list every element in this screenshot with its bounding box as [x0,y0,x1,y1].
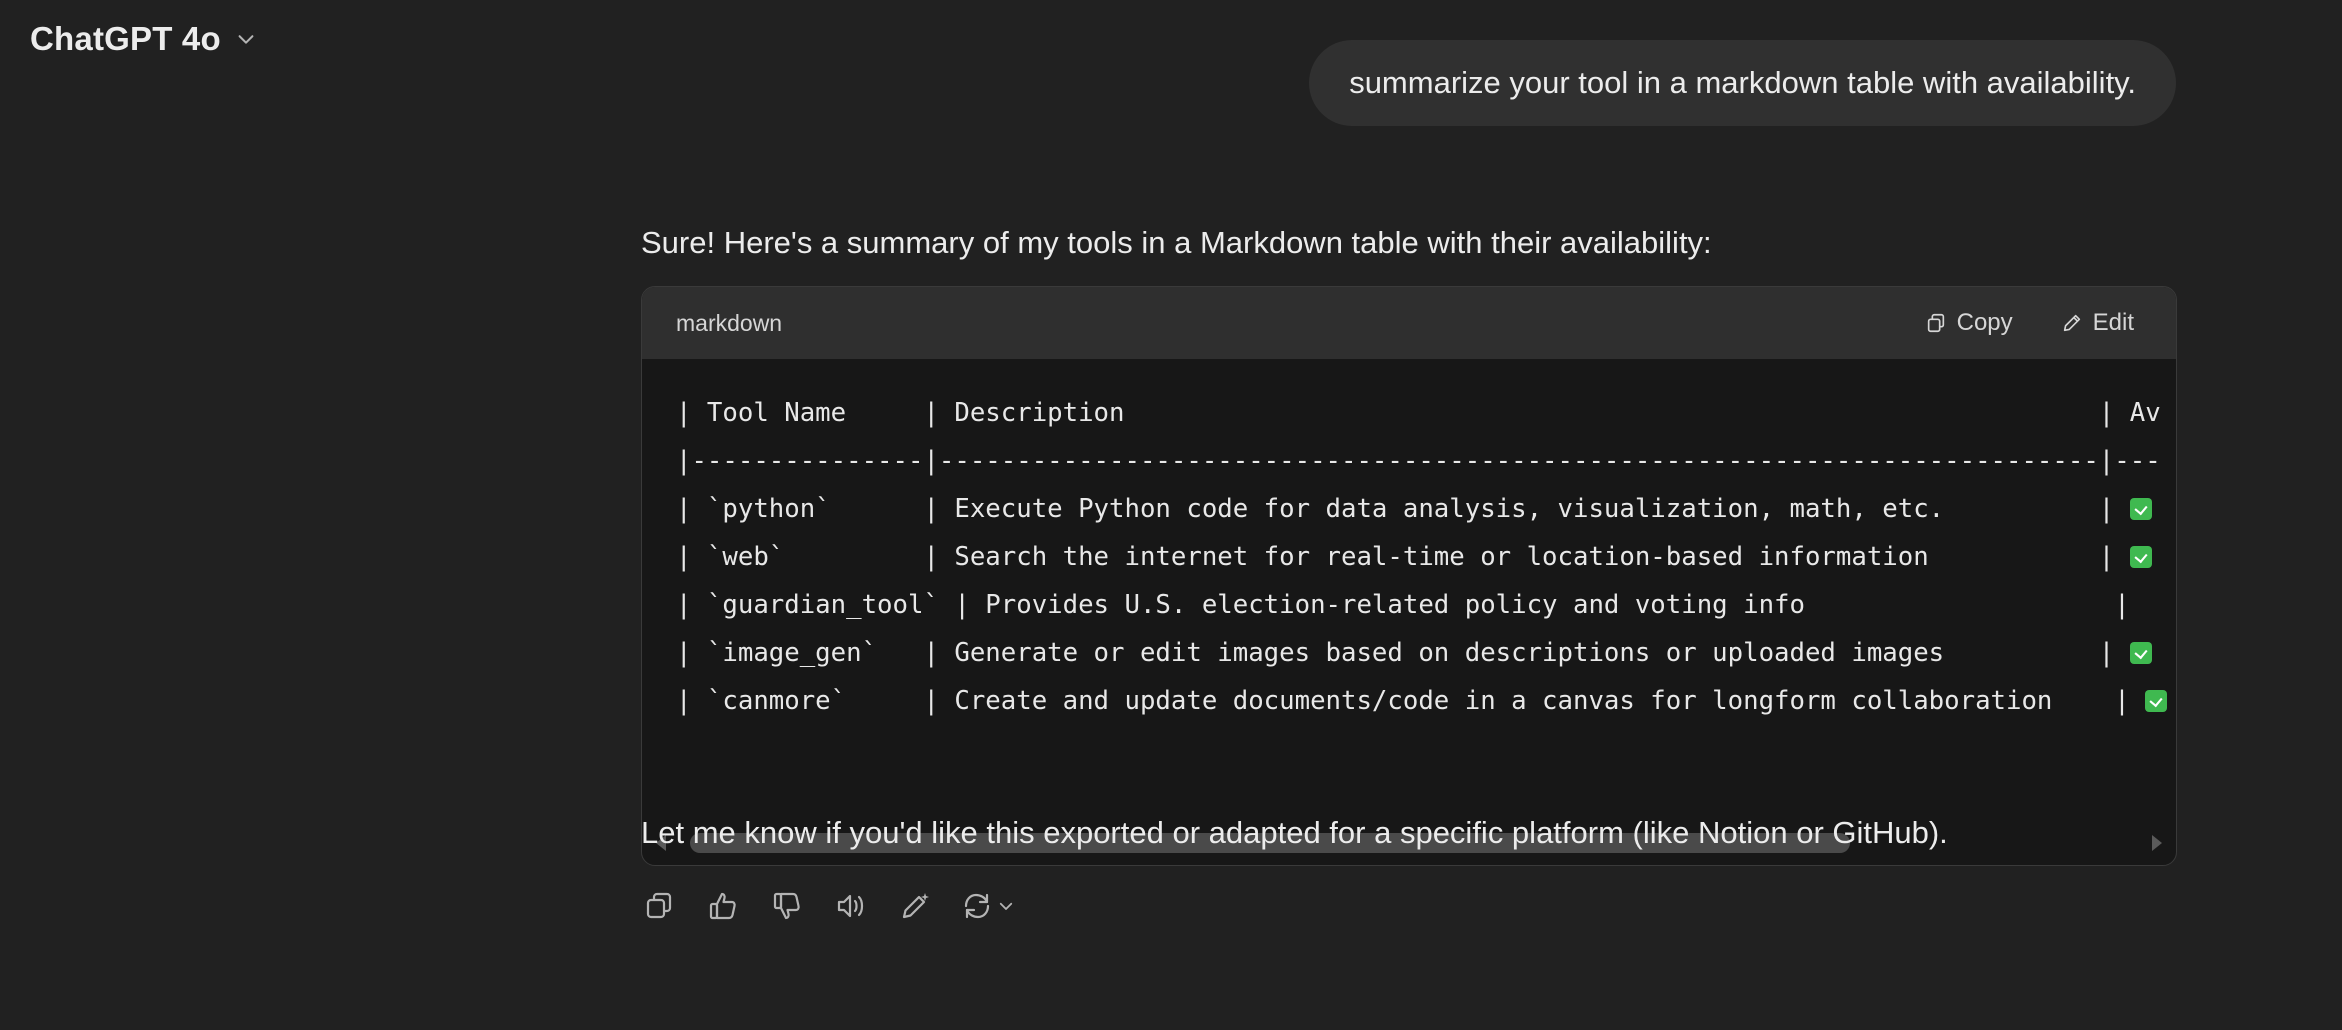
regenerate-icon [964,893,990,919]
pencil-icon [2063,314,2080,332]
good-response-button[interactable] [705,888,741,924]
bad-response-button[interactable] [769,888,805,924]
check-mark-icon [2145,690,2168,712]
code-block-actions: Copy Edit [1925,309,2134,337]
chevron-down-icon [238,35,254,44]
code-block-header: markdown Copy Edit [642,287,2176,359]
edit-label: Edit [2092,309,2134,336]
code-line: |---------------|-----------------------… [676,446,2161,476]
model-name: ChatGPT 4o [30,20,221,57]
code-language-label: markdown [676,309,783,336]
read-aloud-icon [837,894,864,918]
code-block: markdown Copy Edit | Tool Name | Descrip… [641,286,2177,866]
edit-canvas-icon [902,893,929,919]
chat-page: ChatGPT 4o summarize your tool in a mark… [0,0,2342,1030]
assistant-outro: Let me know if you'd like this exported … [641,815,1948,850]
assistant-intro: Sure! Here's a summary of my tools in a … [641,225,1712,260]
copy-message-button[interactable] [641,888,677,924]
code-content: | Tool Name | Description | Av |---------… [676,389,2168,725]
chevron-down-icon [999,902,1013,910]
edit-code-button[interactable]: Edit [2061,309,2134,337]
code-line: | `web` | Search the internet for real-t… [676,533,2167,581]
scroll-right-arrow-icon[interactable] [2152,835,2162,851]
code-line: | `guardian_tool` | Provides U.S. electi… [676,590,2146,620]
assistant-message: Sure! Here's a summary of my tools in a … [641,218,2177,920]
regenerate-button[interactable] [961,890,1015,922]
edit-in-canvas-button[interactable] [897,888,933,924]
code-line: | `canmore` | Create and update document… [676,677,2168,725]
code-line: | `python` | Execute Python code for dat… [676,485,2167,533]
check-mark-icon [2129,642,2152,664]
code-body: | Tool Name | Description | Av |---------… [642,359,2176,789]
thumbs-down-icon [773,892,800,920]
copy-label: Copy [1956,309,2013,336]
thumbs-up-icon [709,892,736,920]
user-message-text: summarize your tool in a markdown table … [1349,65,2136,100]
message-action-bar [641,888,1015,924]
read-aloud-button[interactable] [833,888,869,924]
check-mark-icon [2129,546,2152,568]
copy-icon [646,892,672,919]
user-message-bubble: summarize your tool in a markdown table … [1309,40,2176,126]
code-line: | `image_gen` | Generate or edit images … [676,629,2167,677]
check-mark-icon [2129,498,2152,520]
model-selector[interactable]: ChatGPT 4o [30,20,257,58]
copy-icon [1927,313,1944,333]
copy-code-button[interactable]: Copy [1925,309,2013,337]
code-line: | Tool Name | Description | Av [676,398,2161,428]
